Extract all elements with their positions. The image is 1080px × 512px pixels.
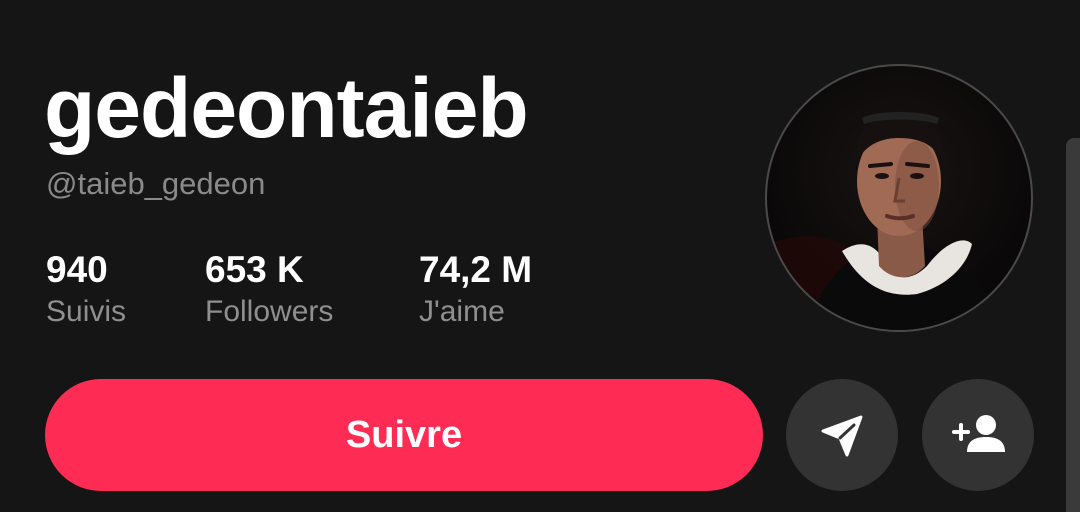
avatar-portrait bbox=[767, 112, 1002, 330]
following-label: Suivis bbox=[46, 295, 127, 328]
following-count: 940 bbox=[46, 249, 108, 290]
followers-label: Followers bbox=[205, 295, 334, 328]
message-button[interactable] bbox=[786, 379, 898, 491]
stat-followers[interactable]: 653 K Followers bbox=[205, 248, 333, 332]
send-icon bbox=[821, 415, 863, 457]
stat-likes: 74,2 M J'aime bbox=[419, 248, 532, 332]
username: @taieb_gedeon bbox=[46, 166, 266, 201]
add-user-icon bbox=[952, 415, 1005, 452]
display-name: gedeontaieb bbox=[44, 61, 529, 155]
followers-count: 653 K bbox=[205, 249, 304, 290]
avatar[interactable] bbox=[765, 64, 1033, 332]
add-friend-button[interactable] bbox=[922, 379, 1034, 491]
scrollbar[interactable] bbox=[1066, 138, 1080, 512]
stat-following[interactable]: 940 Suivis bbox=[46, 248, 126, 332]
follow-button[interactable]: Suivre bbox=[45, 379, 763, 491]
profile-header: gedeontaieb @taieb_gedeon 940 Suivis 653… bbox=[0, 0, 1080, 512]
likes-label: J'aime bbox=[419, 295, 505, 328]
likes-count: 74,2 M bbox=[419, 249, 533, 290]
